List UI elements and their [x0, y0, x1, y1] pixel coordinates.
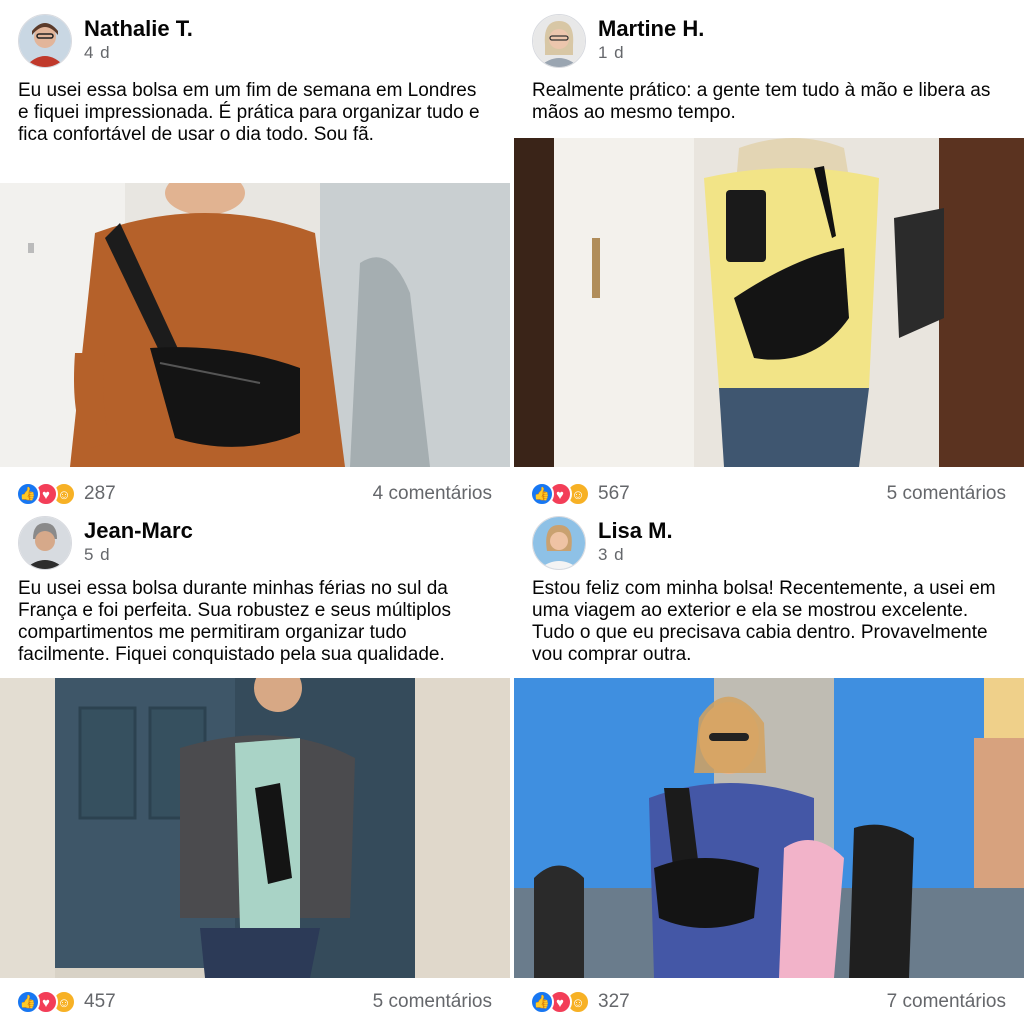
post-header: Lisa M. 3 d [532, 516, 673, 570]
comments-link[interactable]: 5 comentários [887, 483, 1006, 505]
post-time[interactable]: 4 d [84, 42, 193, 64]
post-time[interactable]: 1 d [598, 42, 704, 64]
reaction-summary[interactable]: 👍 ♥ ☺ 567 [530, 482, 630, 506]
reaction-count[interactable]: 287 [84, 483, 116, 505]
like-icon: 👍 [16, 990, 40, 1014]
post-card-martine: Martine H. 1 d Realmente prático: a gent… [514, 0, 1024, 508]
like-icon: 👍 [16, 482, 40, 506]
post-text: Estou feliz com minha bolsa! Recentement… [532, 578, 996, 665]
post-header: Martine H. 1 d [532, 14, 704, 68]
comments-link[interactable]: 5 comentários [373, 991, 492, 1013]
author-name[interactable]: Lisa M. [598, 518, 673, 544]
post-header: Nathalie T. 4 d [18, 14, 193, 68]
post-text: Eu usei essa bolsa em um fim de semana e… [18, 80, 480, 145]
post-photo[interactable] [514, 138, 1024, 467]
post-card-lisa: Lisa M. 3 d Estou feliz com minha bolsa!… [514, 508, 1024, 1024]
reaction-summary[interactable]: 👍 ♥ ☺ 327 [530, 990, 630, 1014]
post-text: Eu usei essa bolsa durante minhas férias… [18, 578, 452, 665]
review-grid: Nathalie T. 4 d Eu usei essa bolsa em um… [0, 0, 1024, 1024]
post-photo[interactable] [0, 678, 510, 978]
post-time[interactable]: 3 d [598, 544, 673, 566]
reaction-summary[interactable]: 👍 ♥ ☺ 287 [16, 482, 116, 506]
avatar[interactable] [18, 516, 72, 570]
reaction-summary[interactable]: 👍 ♥ ☺ 457 [16, 990, 116, 1014]
post-card-jean-marc: Jean-Marc 5 d Eu usei essa bolsa durante… [0, 508, 510, 1024]
like-icon: 👍 [530, 482, 554, 506]
reaction-count[interactable]: 457 [84, 991, 116, 1013]
post-photo[interactable] [514, 678, 1024, 978]
post-footer: 👍 ♥ ☺ 327 7 comentários [530, 986, 1006, 1018]
author-name[interactable]: Nathalie T. [84, 16, 193, 42]
reaction-count[interactable]: 567 [598, 483, 630, 505]
avatar[interactable] [18, 14, 72, 68]
post-footer: 👍 ♥ ☺ 287 4 comentários [16, 478, 492, 508]
post-text: Realmente prático: a gente tem tudo à mã… [532, 80, 991, 123]
post-header: Jean-Marc 5 d [18, 516, 193, 570]
author-name[interactable]: Jean-Marc [84, 518, 193, 544]
post-time[interactable]: 5 d [84, 544, 193, 566]
avatar[interactable] [532, 516, 586, 570]
post-card-nathalie: Nathalie T. 4 d Eu usei essa bolsa em um… [0, 0, 510, 508]
like-icon: 👍 [530, 990, 554, 1014]
comments-link[interactable]: 7 comentários [887, 991, 1006, 1013]
reaction-count[interactable]: 327 [598, 991, 630, 1013]
post-footer: 👍 ♥ ☺ 567 5 comentários [530, 478, 1006, 508]
post-photo[interactable] [0, 183, 510, 467]
comments-link[interactable]: 4 comentários [373, 483, 492, 505]
author-name[interactable]: Martine H. [598, 16, 704, 42]
avatar[interactable] [532, 14, 586, 68]
post-footer: 👍 ♥ ☺ 457 5 comentários [16, 986, 492, 1018]
